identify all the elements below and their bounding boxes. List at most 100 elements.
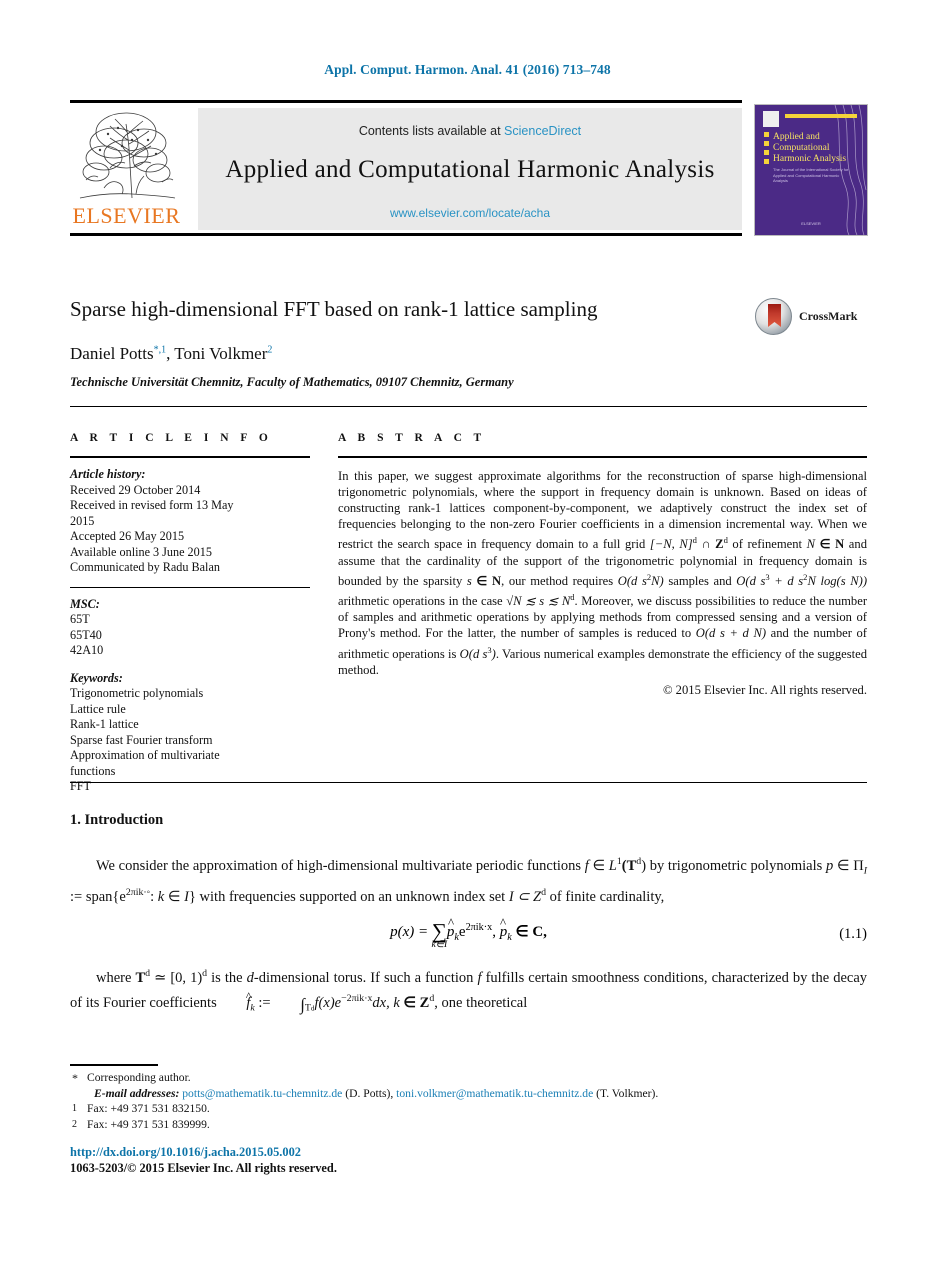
equation-1-1: p(x) = ∑k∈Ipke2πik·x, pk ∈ C, (1.1) [70,918,867,950]
abstract-seg: of refinement [727,537,807,552]
journal-masthead: ELSEVIER Contents lists available at Sci… [70,100,868,236]
para-seg: ≃ [0, 1) [150,969,203,986]
footnote-mark-star: * [72,1071,78,1085]
abstract-bottom-divider [70,782,867,783]
eq-separator: , [492,923,500,940]
math-dx: dx, [372,995,394,1012]
para-seg: where [96,969,136,986]
msc-divider [70,586,310,588]
abstract-math-grid: [−N, N] [649,537,693,552]
email-link-volkmer[interactable]: toni.volkmer@mathematik.tu-chemnitz.de [396,1087,593,1100]
sciencedirect-link[interactable]: ScienceDirect [504,124,581,138]
article-history-label: Article history: [70,467,146,481]
crossmark-circle-icon [755,298,792,335]
footnote-mark-2: 2 [72,1118,77,1130]
affiliation: Technische Universität Chemnitz, Faculty… [70,375,514,389]
abstract-math-O4: O(d s [459,646,488,661]
history-line: Communicated by Radu Balan [70,560,220,574]
abstract-heading: A B S T R A C T [338,432,486,444]
keyword: Trigonometric polynomials [70,686,204,700]
footnote-fax-2: 2 Fax: +49 371 531 839999. [70,1117,867,1133]
eq-exponent: 2πik·x [465,921,493,933]
abstract-seg: samples and [663,573,737,588]
footnote-mark-1: 1 [72,1103,77,1114]
para-seg: : [150,888,158,905]
keyword: Approximation of multivariate [70,748,220,762]
cover-title-text: Applied and Computational Harmonic Analy… [773,132,847,164]
elsevier-logo: ELSEVIER [70,108,183,230]
issn-copyright-line: 1063-5203/© 2015 Elsevier Inc. All right… [70,1161,337,1175]
email-owner-potts: (D. Potts), [345,1086,394,1100]
author-one-marks[interactable]: *,1 [154,344,167,355]
running-head: Appl. Comput. Harmon. Anal. 41 (2016) 71… [324,62,611,77]
msc-code: 65T40 [70,627,102,642]
eq-sum-limit: k∈I [431,939,448,950]
footnote-fax-1-text: Fax: +49 371 531 832150. [87,1102,210,1115]
cover-publisher-mark [763,111,779,127]
intro-paragraph-2: where Td ≃ [0, 1)d is the d-dimensional … [70,963,867,1021]
abstract-seg: , our method requires [501,573,618,588]
contents-prefix-text: Contents lists available at [358,124,505,138]
footnote-corresponding-author: * Corresponding author. [70,1070,867,1086]
abstract-column: A B S T R A C T In this paper, we sugges… [338,432,867,698]
eq-exp-base: e [458,923,466,940]
math-integrand-exp: −2πik·x [341,993,373,1005]
abstract-math-sinN: ∈ N [471,573,502,588]
math-torus: (T [621,857,637,874]
title-divider [70,406,867,407]
abstract-math-O1: O(d s [617,573,647,588]
para-seg: ∈ [833,857,854,874]
equation-number: (1.1) [839,925,867,942]
crossmark-badge[interactable]: CrossMark [755,298,867,336]
intro-paragraph-1: We consider the approximation of high-di… [70,851,867,908]
footnotes-block: * Corresponding author. E-mail addresses:… [70,1070,867,1132]
crossmark-label: CrossMark [799,309,858,323]
page-title: Sparse high-dimensional FFT based on ran… [70,297,598,321]
abstract-math-sqrt: √N ≲ s ≲ N [506,594,571,609]
section-heading-introduction: 1. Introduction [70,812,164,828]
keyword: Rank-1 lattice [70,717,139,731]
paper-first-page: Appl. Comput. Harmon. Anal. 41 (2016) 71… [0,0,935,1266]
body-column: 1. Introduction We consider the approxim… [70,812,867,1034]
math-d: d [246,969,254,986]
footnote-divider [70,1064,158,1066]
abstract-math-inN: ∈ N [815,537,845,552]
article-info-heading: A R T I C L E I N F O [70,432,273,444]
footnote-corresponding-text: Corresponding author. [87,1071,191,1084]
math-fhat: f [220,993,250,1014]
elsevier-wordmark: ELSEVIER [72,203,181,228]
abstract-rule [338,456,867,458]
email-link-potts[interactable]: potts@mathematik.tu-chemnitz.de [182,1087,342,1100]
history-line: Received in revised form 13 May [70,498,234,512]
journal-url-link[interactable]: www.elsevier.com/locate/acha [198,206,742,220]
abstract-seg: arithmetic operations in the case [338,594,507,609]
para-seg: := span{e [70,888,126,905]
author-one: Daniel Potts [70,344,154,363]
article-info-rule [70,456,310,458]
eq-coefficient: p [447,924,455,941]
footnote-fax-2-text: Fax: +49 371 531 839999. [87,1117,210,1131]
keyword: Sparse fast Fourier transform [70,732,213,747]
keywords-label: Keywords: [70,670,123,685]
doi-link[interactable]: http://dx.doi.org/10.1016/j.acha.2015.05… [70,1144,337,1160]
cover-top-bar [785,114,857,118]
journal-cover-thumbnail: Applied and Computational Harmonic Analy… [754,104,868,236]
keywords-block: Keywords: Trigonometric polynomials Latt… [70,671,310,795]
msc-code: 42A10 [70,643,104,657]
abstract-math-Z: Z [715,537,724,552]
author-two: , Toni Volkmer [166,344,268,363]
masthead-bottom-rule [70,233,742,236]
history-line: Received 29 October 2014 [70,482,201,497]
keyword: Lattice rule [70,701,126,716]
abstract-math-O2b: + d s [769,573,804,588]
para-seg: by trigonometric polynomials [646,857,826,874]
footnote-fax-1: 1 Fax: +49 371 531 832150. [70,1101,867,1117]
eq-sum-symbol: ∑ k∈I [431,918,448,950]
author-two-marks[interactable]: 2 [267,344,272,355]
math-torus-2: T [135,969,146,986]
eq-coefficient-2: p [500,924,508,941]
para-seg: We consider the approximation of high-di… [96,857,585,874]
cover-footer-text: ELSEVIER [801,221,821,226]
para-seg: of finite cardinality, [546,888,665,905]
abstract-text: In this paper, we suggest approximate al… [338,468,867,698]
